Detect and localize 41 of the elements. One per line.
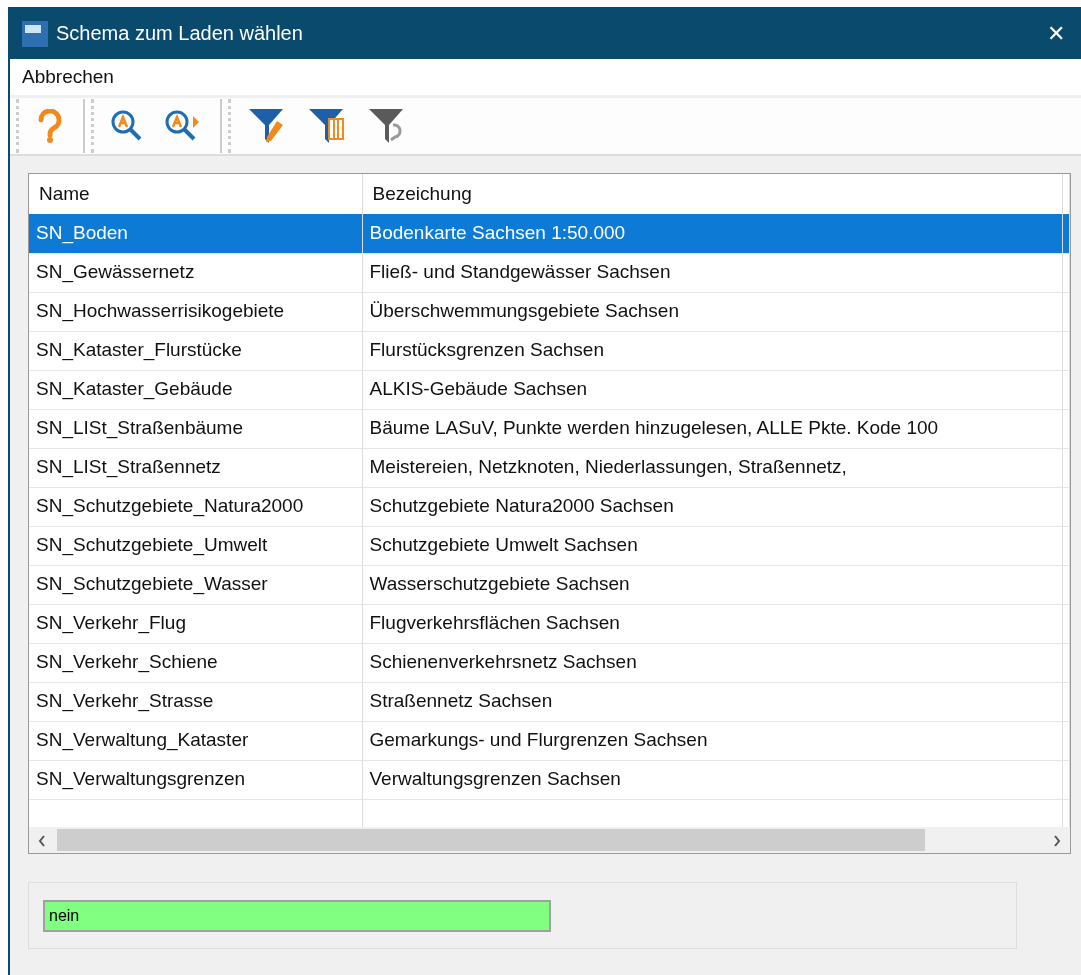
menu-item[interactable]: Abbrechen — [22, 62, 114, 92]
table-cell[interactable]: SN_Verwaltungsgrenzen — [29, 760, 362, 799]
status-field[interactable]: nein — [43, 899, 551, 932]
table-cell[interactable]: SN_Kataster_Flurstücke — [29, 331, 362, 370]
table-cell[interactable]: Straßennetz Sachsen — [362, 682, 1062, 721]
table-cell[interactable]: Wasserschutzgebiete Sachsen — [362, 565, 1062, 604]
table-cell[interactable]: Gemarkungs- und Flurgrenzen Sachsen — [362, 721, 1062, 760]
scrollbar-thumb[interactable] — [57, 829, 925, 851]
table-cell[interactable]: Schienenverkehrsnetz Sachsen — [362, 643, 1062, 682]
table-cell[interactable]: SN_Verkehr_Schiene — [29, 643, 362, 682]
table-cell[interactable]: SN_Verwaltung_Kataster — [29, 721, 362, 760]
table-cell[interactable]: Schutzgebiete Natura2000 Sachsen — [362, 487, 1062, 526]
table-cell[interactable]: SN_Hochwasserrisikogebiete — [29, 292, 362, 331]
table-cell[interactable]: SN_LISt_Straßenbäume — [29, 409, 362, 448]
table-cell[interactable]: SN_Kataster_Gebäude — [29, 370, 362, 409]
table-cell[interactable]: Flurstücksgrenzen Sachsen — [362, 331, 1062, 370]
table-cell[interactable]: SN_Schutzgebiete_Wasser — [29, 565, 362, 604]
close-button[interactable]: ✕ — [1041, 16, 1071, 50]
table-cell[interactable]: ALKIS-Gebäude Sachsen — [362, 370, 1062, 409]
table-cell[interactable]: SN_Verkehr_Flug — [29, 604, 362, 643]
table-cell[interactable]: Schutzgebiete Umwelt Sachsen — [362, 526, 1062, 565]
table-cell[interactable]: Fließ- und Standgewässer Sachsen — [362, 253, 1062, 292]
table-cell[interactable]: Überschwemmungsgebiete Sachsen — [362, 292, 1062, 331]
table-cell[interactable]: Verwaltungsgrenzen Sachsen — [362, 760, 1062, 799]
table-cell[interactable]: SN_Verkehr_Strasse — [29, 682, 362, 721]
app-icon — [22, 19, 48, 47]
magnifier-icon — [110, 109, 144, 143]
magnifier-arrow-icon — [164, 109, 202, 143]
filter-columns-icon — [307, 107, 347, 145]
table-cell[interactable]: SN_Gewässernetz — [29, 253, 362, 292]
table-cell[interactable]: Flugverkehrsflächen Sachsen — [362, 604, 1062, 643]
table-cell[interactable]: SN_LISt_Straßennetz — [29, 448, 362, 487]
table-cell[interactable]: Bodenkarte Sachsen 1:50.000 — [362, 214, 1062, 253]
table-cell[interactable]: SN_Boden — [29, 214, 362, 253]
window-title: Schema zum Laden wählen — [56, 21, 303, 46]
table-cell[interactable]: SN_Schutzgebiete_Natura2000 — [29, 487, 362, 526]
table-cell[interactable]: Meistereien, Netzknoten, Niederlassungen, Straßennetz, — [362, 448, 1062, 487]
chevron-left-icon — [38, 834, 46, 847]
chevron-right-icon — [1053, 834, 1061, 847]
table-cell[interactable]: SN_Schutzgebiete_Umwelt — [29, 526, 362, 565]
table-cell[interactable]: Bäume LASuV, Punkte werden hinzugelesen, ALLE Pkte. Kode 100 — [362, 409, 1062, 448]
